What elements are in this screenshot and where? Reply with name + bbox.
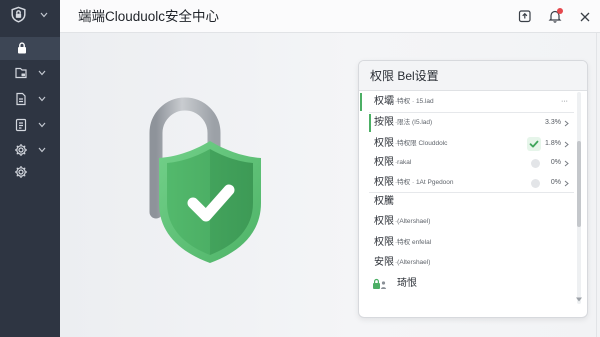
chevron-down-icon: [38, 122, 46, 128]
chevron-right-icon: [564, 160, 569, 167]
row-detail: ·限法 (I5.lad): [395, 119, 433, 126]
sidebar-item-security-home[interactable]: [0, 3, 60, 27]
active-indicator: [369, 114, 371, 132]
shield-lock-icon: [10, 6, 27, 23]
file-icon: [14, 118, 28, 132]
row-label: 权限: [374, 157, 394, 168]
row-detail: ·特权 enfelal: [395, 239, 432, 246]
user-lock-icon: [372, 277, 387, 291]
chevron-right-icon: [564, 120, 569, 127]
sidebar-item-lock[interactable]: [0, 37, 60, 60]
sidebar-item-advanced-settings[interactable]: [0, 160, 60, 184]
permission-row[interactable]: 权限 ·特权 · 1At Pgedoon 0%: [359, 173, 574, 193]
permission-row[interactable]: 按限 ·限法 (I5.lad) 3.3%: [359, 113, 574, 133]
row-label: 权騰: [374, 196, 394, 207]
permission-row[interactable]: 权限 ·特权 enfelal: [359, 233, 574, 253]
dot-icon[interactable]: [531, 178, 540, 188]
row-label: 权壩: [374, 96, 394, 107]
gear-icon: [14, 165, 28, 179]
row-value: 0%: [550, 179, 561, 186]
chevron-down-icon: [38, 96, 46, 102]
active-indicator: [360, 93, 362, 111]
permission-row[interactable]: 权壩 ·特权 · 15.lad ···: [359, 92, 574, 112]
row-value: 0%: [550, 159, 561, 166]
row-label: 权限: [374, 216, 394, 227]
permission-row[interactable]: 权限 ·rakal 0%: [359, 153, 574, 173]
row-label: 安限: [374, 257, 394, 268]
permission-settings-panel: 权限 Bel设置 权壩 ·特权 · 15.lad ··· 按限 ·限法 (I5.…: [358, 60, 588, 318]
row-value: 1.8%: [545, 140, 561, 147]
permission-row[interactable]: 琦恨: [359, 274, 574, 294]
row-detail: ·特权 · 15.lad: [395, 98, 434, 105]
row-detail: ·特权限 Clouddolc: [395, 140, 448, 147]
chevron-right-icon: [564, 141, 569, 148]
permission-row[interactable]: 权限 ·特权限 Clouddolc 1.8%: [359, 134, 574, 154]
chevron-right-icon: [564, 180, 569, 187]
permission-row[interactable]: 安限 ·(Altershael): [359, 253, 574, 273]
close-icon[interactable]: [578, 10, 592, 24]
lock-icon: [15, 41, 29, 55]
row-label: 权限: [374, 237, 394, 248]
notification-badge: [557, 8, 563, 14]
panel-title: 权限 Bel设置: [370, 69, 439, 83]
row-value: 3.3%: [545, 119, 561, 126]
permission-row[interactable]: 权限 ·(Altershael): [359, 212, 574, 232]
dot-icon[interactable]: [531, 158, 540, 168]
scrollbar-thumb[interactable]: [577, 141, 581, 227]
scroll-down-icon[interactable]: [575, 297, 583, 302]
row-label: 权限: [374, 138, 394, 149]
row-detail: ·rakal: [395, 159, 412, 166]
row-label: 琦恨: [397, 278, 417, 289]
padlock-shield-check-icon: [140, 95, 270, 267]
row-label: 按限: [374, 117, 394, 128]
row-detail: ·(Altershael): [395, 218, 431, 225]
chevron-down-icon: [40, 12, 48, 18]
export-icon[interactable]: [518, 9, 532, 23]
more-options-button[interactable]: ···: [561, 92, 568, 112]
row-label: 权限: [374, 177, 394, 188]
chevron-down-icon: [38, 70, 46, 76]
folder-icon: [14, 66, 28, 80]
panel-header: 权限 Bel设置: [359, 61, 587, 91]
row-detail: ·(Altershael): [395, 259, 431, 266]
chevron-down-icon: [38, 147, 46, 153]
sidebar-item-file[interactable]: [0, 113, 60, 137]
gear-icon: [14, 143, 28, 157]
row-detail: ·特权 · 1At Pgedoon: [395, 179, 454, 186]
sidebar-item-settings[interactable]: [0, 138, 60, 162]
sidebar-item-folder[interactable]: [0, 61, 60, 85]
sidebar-item-document[interactable]: [0, 87, 60, 111]
app-title: 端端Clouduolc安全中心: [78, 9, 220, 24]
sidebar: [0, 0, 60, 337]
permission-row[interactable]: 权騰: [359, 192, 574, 212]
check-icon[interactable]: [527, 137, 541, 151]
window-edge: [596, 33, 597, 337]
document-icon: [14, 92, 28, 106]
